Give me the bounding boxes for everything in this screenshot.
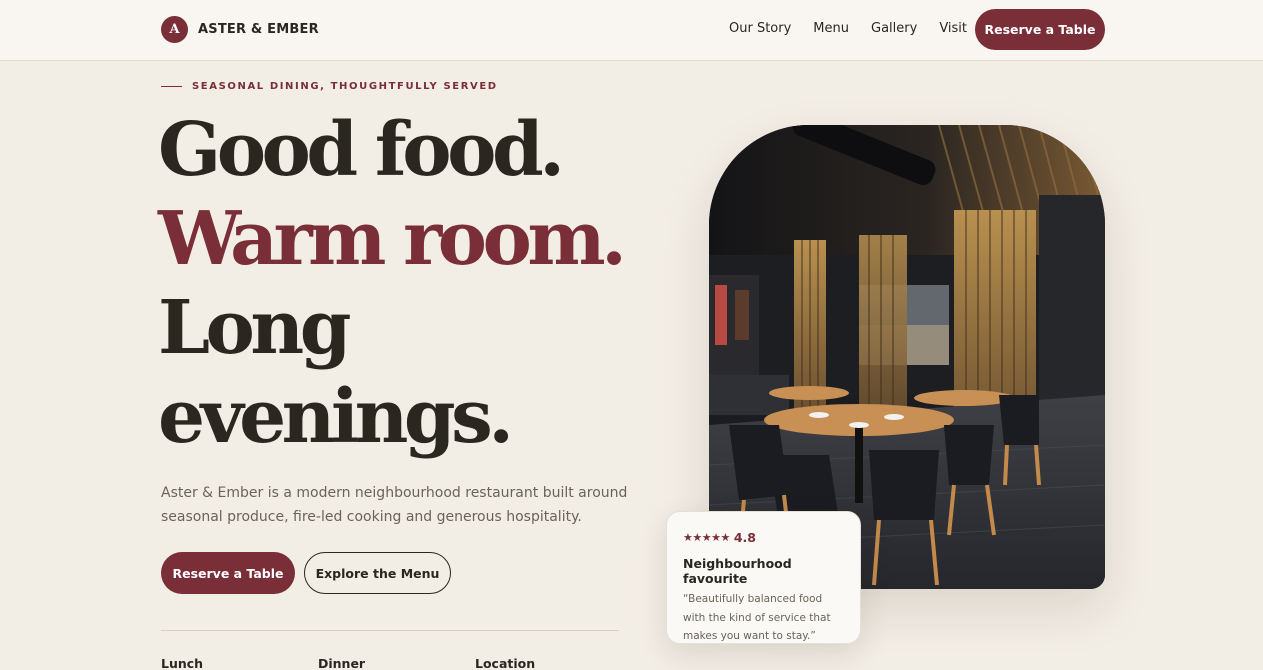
star-rating-icon: ★★★★★ [683, 531, 730, 544]
headline-line-3: Long [158, 285, 351, 371]
info-lunch-label: Lunch [161, 656, 204, 670]
headline-line-4: evenings. [158, 374, 514, 460]
review-title: Neighbourhood favourite [683, 556, 792, 586]
nav-item-gallery[interactable]: Gallery [871, 20, 917, 38]
explore-menu-button[interactable]: Explore the Menu [304, 552, 451, 594]
review-quote: “Beautifully balanced food with the kind… [683, 593, 831, 642]
headline-line-1: Good food. [158, 107, 565, 193]
nav-item-our-story[interactable]: Our Story [729, 20, 791, 38]
reserve-table-button[interactable]: Reserve a Table [161, 552, 295, 594]
review-card: ★★★★★ 4.8 Neighbourhood favourite “Beaut… [666, 511, 861, 644]
info-divider [161, 630, 619, 631]
nav-item-visit[interactable]: Visit [939, 20, 967, 38]
eyebrow-rule [161, 86, 182, 87]
info-dinner-label: Dinner [318, 656, 366, 670]
main-nav: Our Story Menu Gallery Visit [729, 20, 989, 38]
site-header: A ASTER & EMBER Our Story Menu Gallery V… [0, 0, 1263, 61]
brand-mark-icon: A [161, 16, 188, 43]
hero-headline: Good food. Warm room. Long evenings. [158, 106, 678, 462]
hero-description: Aster & Ember is a modern neighbourhood … [161, 485, 628, 525]
headline-line-2: Warm room. [158, 196, 627, 282]
brand-logo[interactable]: A ASTER & EMBER [161, 16, 319, 43]
info-location-label: Location [475, 656, 536, 670]
hero-eyebrow: SEASONAL DINING, THOUGHTFULLY SERVED [161, 81, 498, 92]
review-score: 4.8 [733, 530, 756, 545]
brand-name: ASTER & EMBER [198, 22, 319, 37]
eyebrow-text: SEASONAL DINING, THOUGHTFULLY SERVED [192, 81, 498, 92]
header-reserve-button[interactable]: Reserve a Table [975, 9, 1105, 50]
review-rating: ★★★★★ 4.8 [683, 530, 844, 545]
nav-item-menu[interactable]: Menu [813, 20, 849, 38]
